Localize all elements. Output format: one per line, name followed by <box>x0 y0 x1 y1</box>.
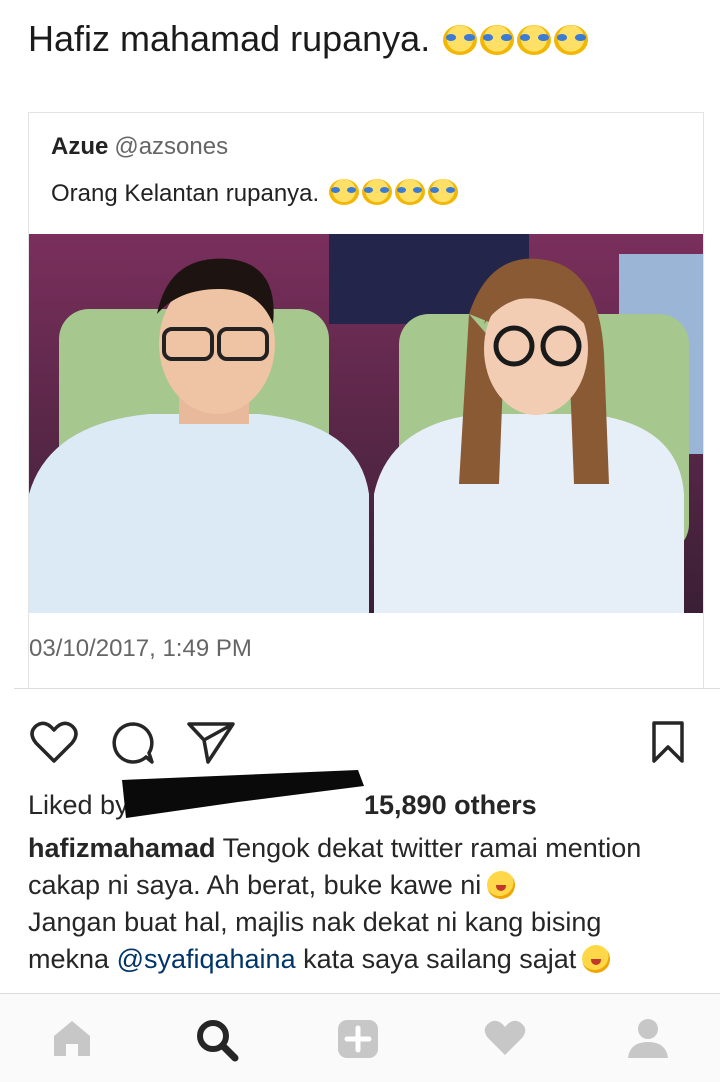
heart-outline-icon[interactable] <box>30 720 78 769</box>
tweet-handle: @azsones <box>114 133 229 160</box>
laughing-emoji-icon <box>427 179 458 205</box>
laughing-emoji-icon <box>554 25 589 55</box>
tweet-date: 03/10/2017, 1:49 PM <box>29 635 252 662</box>
search-icon[interactable] <box>195 1018 239 1067</box>
divider <box>14 688 720 689</box>
winking-tongue-emoji-icon <box>582 945 611 973</box>
tweet-header: Azue @azsones <box>51 133 228 161</box>
liked-count[interactable]: 15,890 others <box>364 790 537 821</box>
laughing-emoji-icon <box>328 179 359 205</box>
embedded-tweet-card: Azue @azsones Orang Kelantan rupanya. 03… <box>28 112 704 689</box>
speech-bubble-icon[interactable] <box>110 720 156 771</box>
top-caption-text: Hafiz mahamad rupanya. <box>28 18 431 59</box>
tweet-photo <box>29 234 703 613</box>
paper-plane-icon[interactable] <box>186 720 236 771</box>
winking-tongue-emoji-icon <box>487 871 516 899</box>
tweet-text: Orang Kelantan rupanya. <box>51 179 458 208</box>
tweet-text-body: Orang Kelantan rupanya. <box>51 180 320 207</box>
home-icon[interactable] <box>50 1018 94 1063</box>
caption-mention[interactable]: @syafiqahaina <box>117 944 296 974</box>
bottom-tab-bar <box>0 993 720 1082</box>
add-icon[interactable] <box>336 1018 380 1065</box>
laughing-emoji-icon <box>394 179 425 205</box>
redaction-mark <box>118 768 366 820</box>
laughing-emoji-icon <box>517 25 552 55</box>
laughing-emoji-icon <box>443 25 478 55</box>
post-caption: hafizmahamad Tengok dekat twitter ramai … <box>28 830 688 978</box>
laughing-emoji-icon <box>361 179 392 205</box>
caption-username[interactable]: hafizmahamad <box>28 833 216 863</box>
laughing-emoji-icon <box>480 25 515 55</box>
post-top-caption: Hafiz mahamad rupanya. <box>28 18 589 60</box>
bookmark-icon[interactable] <box>650 720 686 769</box>
tweet-author: Azue <box>51 133 109 160</box>
profile-icon[interactable] <box>626 1018 670 1065</box>
liked-by-label: Liked by <box>28 790 129 820</box>
caption-text-3: kata saya sailang sajat <box>303 944 577 974</box>
tweet-photo-illustration <box>29 234 703 613</box>
heart-icon[interactable] <box>483 1018 527 1063</box>
